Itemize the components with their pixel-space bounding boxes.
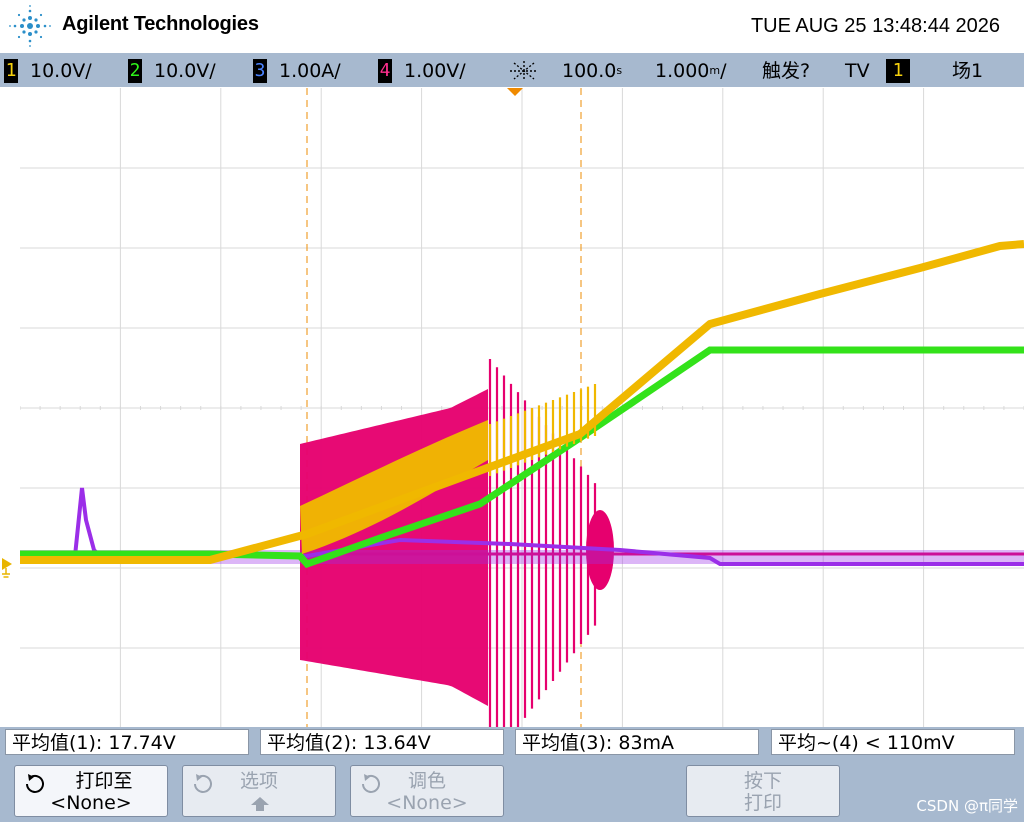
ch4-scale-indicator[interactable]: 4 1.00V/ xyxy=(378,59,466,83)
ch2-scale: 10.0V/ xyxy=(154,60,216,82)
brand-name: Agilent Technologies xyxy=(62,13,259,35)
palette-label: 调色 xyxy=(407,770,446,792)
date-time: TUE AUG 25 13:48:44 2026 xyxy=(750,15,1000,37)
trigger-channel-badge: 1 xyxy=(886,59,910,83)
delay-unit: s xyxy=(616,64,623,77)
measurement-1: 平均值(1): 17.74V xyxy=(5,729,249,755)
graticule xyxy=(20,88,1024,727)
ch1-scale-indicator[interactable]: 1 10.0V/ xyxy=(4,59,92,83)
trigger-status: 触发? xyxy=(762,60,811,82)
ch4-scale: 1.00V/ xyxy=(404,60,466,82)
trigger-source[interactable]: 1 xyxy=(886,59,910,83)
delay-icon xyxy=(510,61,538,81)
measurement-4: 平均~(4) < 110mV xyxy=(771,729,1015,755)
timebase-unit: / xyxy=(720,60,727,82)
delay-readout[interactable]: 100.0s xyxy=(562,59,622,83)
ch3-badge: 3 xyxy=(253,59,267,83)
ch2-badge: 2 xyxy=(128,59,142,83)
waveform-display[interactable] xyxy=(20,88,1024,727)
options-label: 选项 xyxy=(239,770,278,792)
trigger-mode: TV xyxy=(845,60,870,82)
waveform-canvas xyxy=(20,88,1024,727)
up-arrow-icon xyxy=(251,797,269,811)
ground-marker-icon xyxy=(2,558,12,578)
print-to-label: 打印至 xyxy=(75,770,133,792)
ch3-scale: 1.00A/ xyxy=(279,60,341,82)
ch1-scale: 10.0V/ xyxy=(30,60,92,82)
video-field: 场1 xyxy=(952,60,984,82)
trigger-position-marker xyxy=(507,88,523,96)
title-bar: Agilent Technologies TUE AUG 25 13:48:44… xyxy=(0,0,1024,52)
measurement-panel: 平均值(1): 17.74V 平均值(2): 13.64V 平均值(3): 83… xyxy=(0,727,1024,822)
timebase-readout[interactable]: 1.000m/ xyxy=(655,59,727,83)
print-to-value: <None> xyxy=(50,792,132,814)
ch4-badge: 4 xyxy=(378,59,392,83)
measurement-3: 平均值(3): 83mA xyxy=(515,729,759,755)
palette-value: <None> xyxy=(386,792,468,814)
status-bar: 1 10.0V/ 2 10.0V/ 3 1.00A/ 4 1.00V/ 100.0s 1… xyxy=(0,53,1024,87)
press-to-print-line1: 按下 xyxy=(743,770,782,792)
ch3-scale-indicator[interactable]: 3 1.00A/ xyxy=(253,59,341,83)
ch1-badge: 1 xyxy=(4,59,18,83)
agilent-spark-logo xyxy=(9,5,51,47)
timebase-value: 1.000 xyxy=(655,60,710,82)
press-to-print-softkey[interactable]: 按下 打印 xyxy=(686,765,840,817)
press-to-print-line2: 打印 xyxy=(743,792,782,814)
watermark: CSDN @π同学 xyxy=(916,797,1018,815)
palette-softkey[interactable]: 调色 <None> xyxy=(350,765,504,817)
delay-value: 100.0 xyxy=(562,60,617,82)
ch2-scale-indicator[interactable]: 2 10.0V/ xyxy=(128,59,216,83)
ground-reference-strip xyxy=(0,88,20,727)
measurement-2: 平均值(2): 13.64V xyxy=(260,729,504,755)
options-softkey[interactable]: 选项 xyxy=(182,765,336,817)
print-to-softkey[interactable]: 打印至 <None> xyxy=(14,765,168,817)
